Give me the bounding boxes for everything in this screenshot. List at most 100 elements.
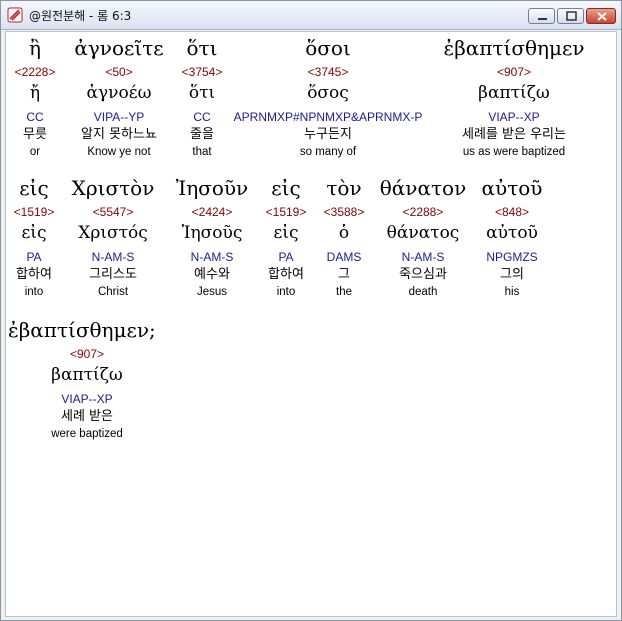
lemma: Χριστός <box>78 223 148 243</box>
strong-number[interactable]: <5547> <box>62 204 164 220</box>
strong-number[interactable]: <907> <box>6 346 168 362</box>
strong-number[interactable]: <50> <box>64 64 174 80</box>
english-gloss: death <box>408 286 438 298</box>
greek-word: ὅτι <box>186 36 218 60</box>
lemma: ἤ <box>29 83 41 103</box>
english-gloss: us as were baptized <box>462 146 566 158</box>
close-button[interactable] <box>586 8 616 24</box>
english-gloss: so many of <box>299 146 357 158</box>
minimize-button[interactable] <box>528 8 555 24</box>
word-cell[interactable]: εἰς <1519> εἰς PA 합하여 into <box>6 172 62 300</box>
word-cell[interactable]: ἀγνοεῖτε <50> ἀγνοέω VIPA--YP 알지 못하느뇨 Kn… <box>64 32 174 160</box>
parsing-code: PA <box>26 250 42 264</box>
greek-word: Ἰησοῦν <box>175 176 249 200</box>
korean-gloss: 그 <box>338 267 350 282</box>
korean-gloss: 합하여 <box>268 267 304 282</box>
parsing-code: APRNMXP#NPNMXP&APRNMX-P <box>233 110 423 124</box>
strong-number[interactable]: <2288> <box>376 204 470 220</box>
app-window: @원전분해 - 롬 6:3 ἢ <2228> ἤ CC 무릇 or ἀγνοεῖ… <box>0 0 622 621</box>
english-gloss: Know ye not <box>87 146 151 158</box>
lemma: βαπτίζω <box>51 365 123 385</box>
lemma: ὅσος <box>307 83 349 103</box>
greek-word: ἐβαπτίσθημεν; <box>8 318 156 342</box>
lemma: ἀγνοέω <box>86 83 152 103</box>
greek-word: εἰς <box>271 176 301 200</box>
korean-gloss: 그의 <box>500 267 524 282</box>
lemma: αὐτοῦ <box>486 223 538 243</box>
word-cell[interactable]: ἐβαπτίσθημεν <907> βαπτίζω VIAP--XP 세례를 … <box>426 32 602 160</box>
korean-gloss: 세례 받은 <box>61 409 113 424</box>
maximize-icon <box>566 11 577 21</box>
word-cell[interactable]: Χριστὸν <5547> Χριστός N-AM-S 그리스도 Chris… <box>62 172 164 300</box>
parsing-code: PA <box>278 250 294 264</box>
maximize-button[interactable] <box>557 8 584 24</box>
greek-word: ἀγνοεῖτε <box>74 36 164 60</box>
parsing-code: N-AM-S <box>91 250 135 264</box>
english-gloss: that <box>192 146 212 158</box>
word-cell[interactable]: ὅτι <3754> ὅτι CC 줄을 that <box>174 32 230 160</box>
parsing-code: N-AM-S <box>190 250 234 264</box>
word-cell[interactable]: ὅσοι <3745> ὅσος APRNMXP#NPNMXP&APRNMX-P… <box>230 32 426 160</box>
greek-word: τὸν <box>326 176 362 200</box>
greek-word: θάνατον <box>379 176 467 200</box>
english-gloss: were baptized <box>51 428 123 440</box>
parsing-code: DAMS <box>326 250 362 264</box>
parsing-code: VIAP--XP <box>61 392 113 406</box>
english-gloss: into <box>276 286 296 298</box>
strong-number[interactable]: <1519> <box>260 204 312 220</box>
lemma: εἰς <box>273 223 299 243</box>
strong-number[interactable]: <3754> <box>174 64 230 80</box>
parsing-code: CC <box>193 110 211 124</box>
english-gloss: into <box>24 286 44 298</box>
word-cell[interactable]: ἐβαπτίσθημεν; <907> βαπτίζω VIAP--XP 세례 … <box>6 314 168 442</box>
strong-number[interactable]: <2424> <box>164 204 260 220</box>
english-gloss: Jesus <box>196 286 228 298</box>
greek-word: εἰς <box>19 176 49 200</box>
word-cell[interactable]: εἰς <1519> εἰς PA 합하여 into <box>260 172 312 300</box>
strong-number[interactable]: <1519> <box>6 204 62 220</box>
lemma: θάνατος <box>386 223 460 243</box>
greek-word: ἐβαπτίσθημεν <box>443 36 585 60</box>
korean-gloss: 무릇 <box>23 127 47 142</box>
greek-word: ἢ <box>29 36 41 60</box>
korean-gloss: 누구든지 <box>304 127 352 142</box>
strong-number[interactable]: <3745> <box>230 64 426 80</box>
korean-gloss: 죽으심과 <box>399 267 447 282</box>
lemma: εἰς <box>21 223 47 243</box>
greek-word: Χριστὸν <box>71 176 155 200</box>
lemma: ὅτι <box>188 83 216 103</box>
lemma: Ἰησοῦς <box>181 223 243 243</box>
parsing-code: CC <box>26 110 44 124</box>
close-icon <box>597 12 607 21</box>
english-gloss: the <box>336 286 352 298</box>
word-cell[interactable]: θάνατον <2288> θάνατος N-AM-S 죽으심과 death <box>376 172 470 300</box>
korean-gloss: 줄을 <box>190 127 214 142</box>
title-bar[interactable]: @원전분해 - 롬 6:3 <box>1 1 621 30</box>
strong-number[interactable]: <848> <box>470 204 554 220</box>
word-cell[interactable]: Ἰησοῦν <2424> Ἰησοῦς N-AM-S 예수와 Jesus <box>164 172 260 300</box>
parsing-code: VIPA--YP <box>93 110 145 124</box>
strong-number[interactable]: <2228> <box>6 64 64 80</box>
strong-number[interactable]: <907> <box>426 64 602 80</box>
korean-gloss: 알지 못하느뇨 <box>81 127 157 142</box>
minimize-icon <box>538 18 547 20</box>
word-cell[interactable]: ἢ <2228> ἤ CC 무릇 or <box>6 32 64 160</box>
lemma: βαπτίζω <box>478 83 550 103</box>
parsing-code: NPGMZS <box>486 250 538 264</box>
word-cell[interactable]: τὸν <3588> ὁ DAMS 그 the <box>312 172 376 300</box>
window-title: @원전분해 - 롬 6:3 <box>29 9 132 23</box>
greek-word: ὅσοι <box>305 36 351 60</box>
greek-word: αὐτοῦ <box>481 176 543 200</box>
strong-number[interactable]: <3588> <box>312 204 376 220</box>
app-icon <box>7 7 23 23</box>
english-gloss: Christ <box>97 286 129 298</box>
interlinear-view: ἢ <2228> ἤ CC 무릇 or ἀγνοεῖτε <50> ἀγνοέω… <box>5 31 617 617</box>
korean-gloss: 예수와 <box>194 267 230 282</box>
korean-gloss: 합하여 <box>16 267 52 282</box>
word-cell[interactable]: αὐτοῦ <848> αὐτοῦ NPGMZS 그의 his <box>470 172 554 300</box>
korean-gloss: 세례를 받은 우리는 <box>462 127 566 142</box>
english-gloss: his <box>504 286 520 298</box>
korean-gloss: 그리스도 <box>89 267 137 282</box>
parsing-code: VIAP--XP <box>488 110 540 124</box>
parsing-code: N-AM-S <box>401 250 445 264</box>
